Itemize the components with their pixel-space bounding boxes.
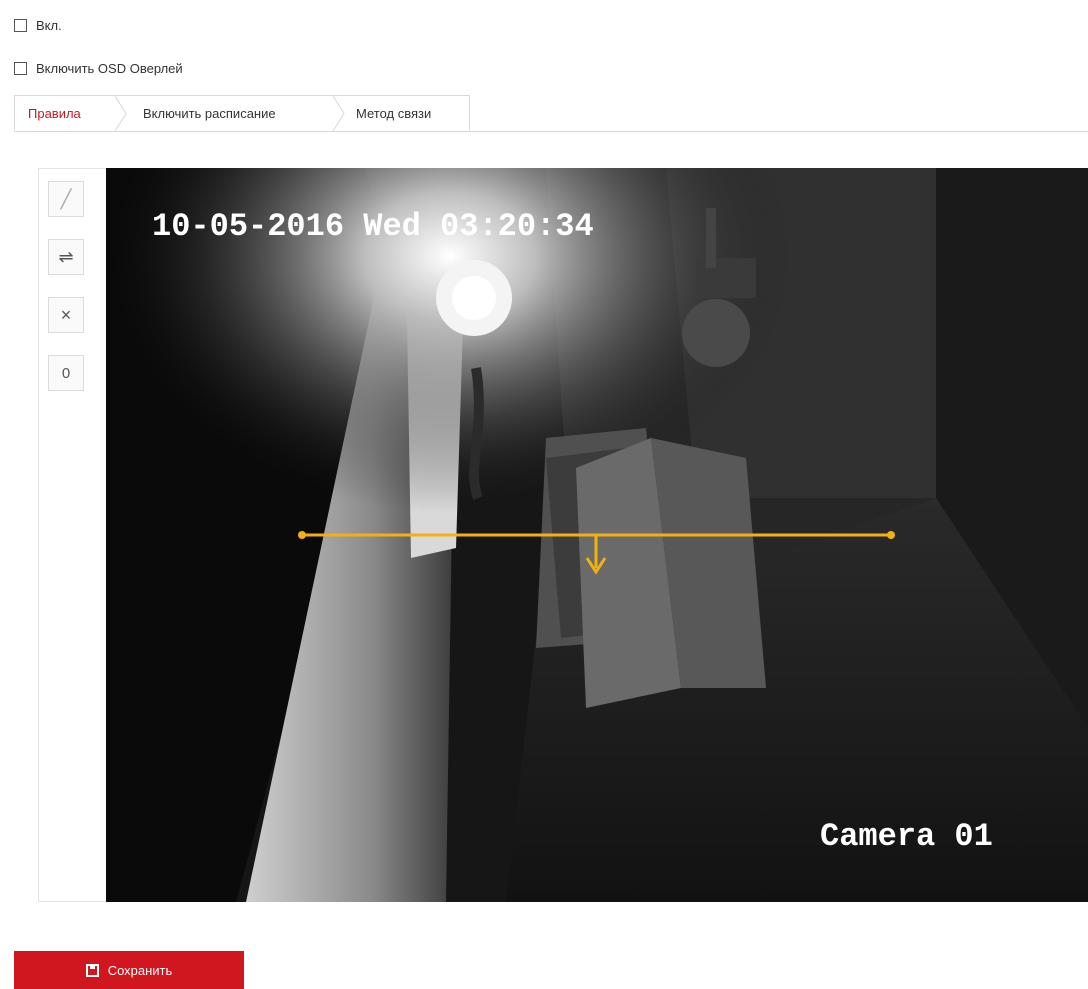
delete-icon[interactable]: ×	[48, 297, 84, 333]
osd-overlay-checkbox[interactable]	[14, 62, 27, 75]
enable-checkbox[interactable]	[14, 19, 27, 32]
tab-separator-chevron	[115, 96, 127, 131]
drawing-toolbar: ╱ ⇌ × 0	[38, 168, 106, 902]
floppy-disk-icon	[85, 963, 99, 977]
tab-strip-box: Правила Включить расписание Метод связи	[14, 95, 470, 131]
osd-overlay-label: Включить OSD Оверлей	[36, 61, 183, 76]
tab-strip: Правила Включить расписание Метод связи	[14, 95, 1088, 132]
swap-direction-icon[interactable]: ⇌	[48, 239, 84, 275]
osd-overlay-checkbox-row[interactable]: Включить OSD Оверлей	[14, 61, 183, 76]
enable-label: Вкл.	[36, 18, 62, 33]
line-crossing-settings-page: Вкл. Включить OSD Оверлей Правила Включи…	[0, 0, 1088, 989]
tab-separator-chevron	[333, 96, 345, 131]
enable-checkbox-row[interactable]: Вкл.	[14, 18, 62, 33]
clear-icon[interactable]: 0	[48, 355, 84, 391]
line-endpoint-right[interactable]	[887, 531, 895, 539]
osd-camera-name: Camera 01	[820, 818, 993, 855]
draw-line-icon[interactable]: ╱	[48, 181, 84, 217]
camera-scene	[106, 168, 1088, 902]
video-preview[interactable]: 10-05-2016 Wed 03:20:34 Camera 01	[106, 168, 1088, 902]
osd-timestamp: 10-05-2016 Wed 03:20:34	[152, 208, 594, 245]
tab-linkage-method[interactable]: Метод связи	[356, 96, 431, 131]
tab-rules[interactable]: Правила	[28, 96, 81, 131]
tab-schedule[interactable]: Включить расписание	[143, 96, 276, 131]
save-button-label: Сохранить	[107, 962, 173, 978]
line-endpoint-left[interactable]	[298, 531, 306, 539]
save-button[interactable]: Сохранить	[14, 951, 244, 989]
